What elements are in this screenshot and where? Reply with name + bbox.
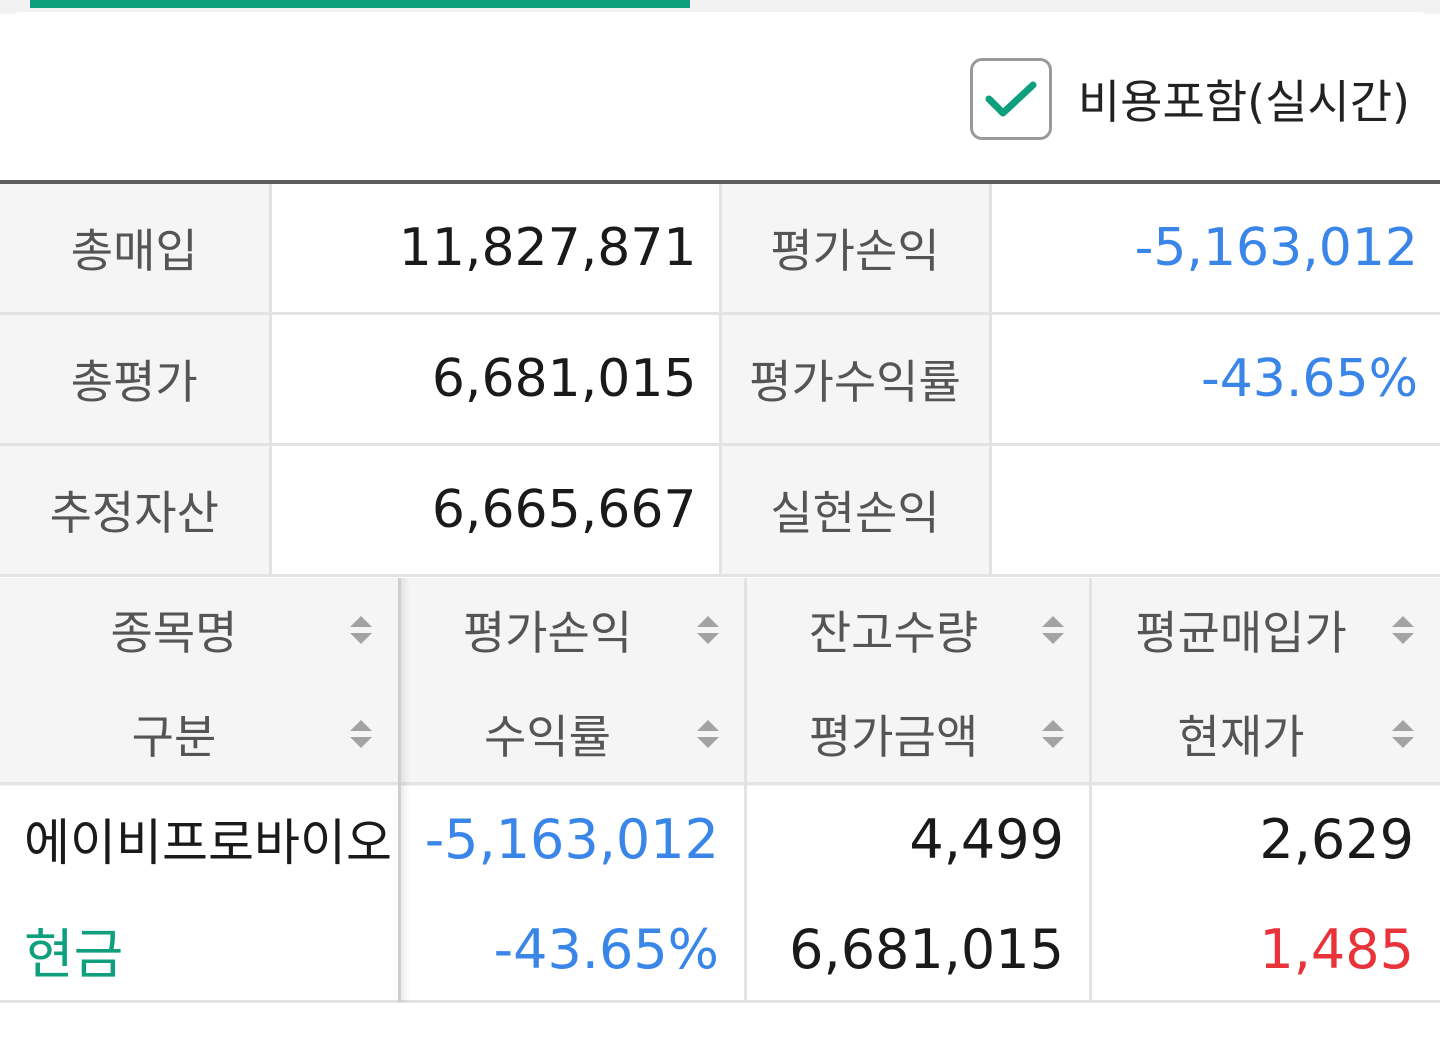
summary-row: 총평가 6,681,015 평가수익률 -43.65%: [0, 312, 1440, 446]
sort-icon[interactable]: [1390, 720, 1416, 748]
total-eval-value: 6,681,015: [268, 312, 722, 446]
sort-icon[interactable]: [1040, 616, 1066, 644]
stock-qty: 4,499: [909, 807, 1064, 871]
sort-header-qty[interactable]: 잔고수량: [747, 578, 1090, 682]
stock-name[interactable]: 에이비프로바이오: [0, 784, 398, 894]
col-divider: [1089, 578, 1092, 1002]
sort-header-current-price[interactable]: 현재가: [1092, 682, 1440, 786]
stock-eval-amount: 6,681,015: [789, 917, 1064, 981]
summary-row: 총매입 11,827,871 평가손익 -5,163,012: [0, 180, 1440, 315]
est-assets-label: 추정자산: [0, 443, 272, 577]
total-purchase-value: 11,827,871: [268, 180, 722, 315]
eval-pnl-value: -5,163,012: [988, 180, 1440, 315]
holdings-col-name: 종목명 구분 에이비프로바이오 현금: [0, 578, 398, 1002]
header-label: 평균매입가: [1135, 606, 1347, 660]
realized-pnl-value: [988, 443, 1440, 577]
summary-row: 추정자산 6,665,667 실현손익: [0, 443, 1440, 577]
sort-icon[interactable]: [348, 616, 374, 644]
eval-return-value: -43.65%: [988, 312, 1440, 446]
total-purchase-label: 총매입: [0, 180, 272, 315]
realized-pnl-label: 실현손익: [718, 443, 992, 577]
header-label: 종목명: [110, 606, 238, 660]
sort-header-pnl[interactable]: 평가손익: [400, 578, 745, 682]
sort-icon[interactable]: [695, 720, 721, 748]
row-divider: [0, 1000, 1440, 1003]
holdings-table: 종목명 구분 에이비프로바이오 현금 평가손익 수익률 -5,163,012 -…: [0, 578, 1440, 1003]
stock-pnl: -5,163,012: [424, 807, 719, 871]
active-tab-indicator: [30, 0, 690, 8]
col-divider: [744, 578, 747, 1002]
summary-table: 총매입 11,827,871 평가손익 -5,163,012 총평가 6,681…: [0, 180, 1440, 577]
include-fees-toggle[interactable]: 비용포함(실시간): [969, 56, 1410, 142]
sort-header-name[interactable]: 종목명: [0, 578, 398, 682]
holdings-col-price: 평균매입가 현재가 2,629 1,485: [1092, 578, 1440, 1002]
frozen-column-shadow: [398, 578, 410, 1002]
header-label: 잔고수량: [808, 606, 979, 660]
stock-avg-price: 2,629: [1259, 807, 1414, 871]
header-label: 평가금액: [808, 710, 979, 764]
header-label: 구분: [131, 710, 217, 764]
eval-pnl-label: 평가손익: [718, 180, 992, 315]
sort-header-return[interactable]: 수익률: [400, 682, 745, 786]
sort-icon[interactable]: [695, 616, 721, 644]
total-eval-label: 총평가: [0, 312, 272, 446]
sort-header-type[interactable]: 구분: [0, 682, 398, 786]
header-divider: [0, 782, 1440, 785]
sort-header-eval[interactable]: 평가금액: [747, 682, 1090, 786]
holding-type: 현금: [24, 922, 124, 986]
stock-return: -43.65%: [493, 917, 719, 981]
sort-header-avg-price[interactable]: 평균매입가: [1092, 578, 1440, 682]
check-icon: [985, 81, 1037, 117]
stock-current-price: 1,485: [1259, 917, 1414, 981]
sort-icon[interactable]: [348, 720, 374, 748]
header-label: 현재가: [1177, 710, 1305, 764]
header-label: 평가손익: [462, 606, 633, 660]
est-assets-value: 6,665,667: [268, 443, 722, 577]
holdings-col-qty: 잔고수량 평가금액 4,499 6,681,015: [747, 578, 1090, 1002]
header-label: 수익률: [484, 710, 611, 764]
sort-icon[interactable]: [1040, 720, 1066, 748]
include-fees-label: 비용포함(실시간): [1077, 75, 1410, 129]
include-fees-checkbox[interactable]: [969, 58, 1052, 140]
sort-icon[interactable]: [1390, 616, 1416, 644]
holdings-col-pnl: 평가손익 수익률 -5,163,012 -43.65%: [400, 578, 745, 1002]
eval-return-label: 평가수익률: [718, 312, 992, 446]
